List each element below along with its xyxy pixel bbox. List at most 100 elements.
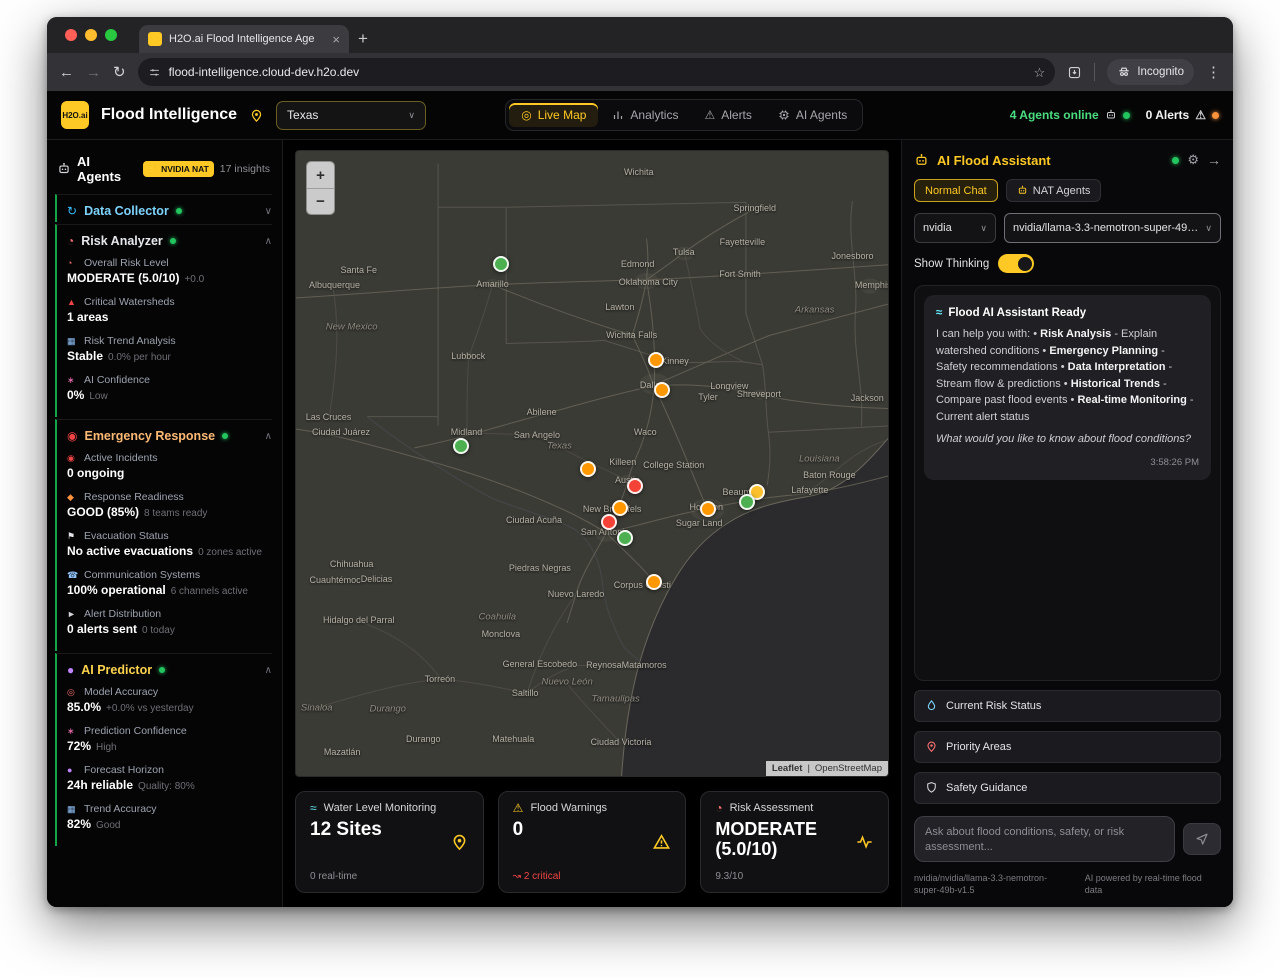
region-select[interactable]: Texas ∨ bbox=[276, 101, 426, 130]
map-column: WichitaSpringfieldTulsaFayettevilleJones… bbox=[283, 140, 901, 907]
water-wave-icon: ≈ bbox=[310, 802, 317, 814]
chevron-up-icon[interactable]: ∧ bbox=[265, 665, 272, 676]
provider-select[interactable]: nvidia ∨ bbox=[914, 213, 996, 243]
main-nav: ◎ Live Map Analytics ⚠ Alerts bbox=[505, 99, 863, 131]
chevron-up-icon[interactable]: ∧ bbox=[265, 431, 272, 442]
incognito-label: Incognito bbox=[1137, 66, 1184, 78]
metric-value: Stable bbox=[67, 349, 103, 363]
message-segment: Historical Trends bbox=[1071, 378, 1160, 390]
map-marker[interactable] bbox=[617, 530, 633, 546]
metric-icon: ◎ bbox=[67, 688, 79, 697]
metric-label: Alert Distribution bbox=[84, 608, 161, 620]
flood-intelligence-app: H2O.ai Flood Intelligence Texas ∨ ◎ Live… bbox=[47, 91, 1233, 907]
map-marker[interactable] bbox=[493, 256, 509, 272]
show-thinking-label: Show Thinking bbox=[914, 258, 989, 270]
save-page-icon[interactable] bbox=[1067, 65, 1082, 80]
leaflet-link[interactable]: Leaflet bbox=[772, 763, 803, 774]
tab-live-map-label: Live Map bbox=[538, 108, 587, 122]
browser-menu-button[interactable]: ⋮ bbox=[1206, 65, 1221, 80]
tab-ai-agents[interactable]: AI Agents bbox=[766, 103, 859, 127]
agent-section-header[interactable]: ◉ Emergency Response ∧ bbox=[67, 429, 272, 443]
location-pin-icon bbox=[249, 108, 264, 123]
close-window-button[interactable] bbox=[65, 29, 77, 41]
chevron-up-icon[interactable]: ∧ bbox=[265, 236, 272, 247]
metric-label: Active Incidents bbox=[84, 452, 158, 464]
tab-ai-agents-label: AI Agents bbox=[796, 108, 847, 122]
url-text[interactable]: flood-intelligence.cloud-dev.h2o.dev bbox=[169, 65, 1026, 79]
forward-button[interactable]: → bbox=[86, 65, 101, 80]
show-thinking-toggle[interactable] bbox=[998, 254, 1034, 273]
assistant-status-dot bbox=[1172, 157, 1179, 164]
map-marker[interactable] bbox=[700, 501, 716, 517]
back-button[interactable]: ← bbox=[59, 65, 74, 80]
footer-model-name: nvidia/nvidia/llama-3.3-nemotron-super-4… bbox=[914, 872, 1071, 897]
bar-chart-icon bbox=[612, 109, 624, 121]
map-marker[interactable] bbox=[646, 574, 662, 590]
metric-row: ∗ AI Confidence 0%Low bbox=[67, 374, 272, 402]
map-marker[interactable] bbox=[654, 382, 670, 398]
metric-icon: ◔ bbox=[67, 259, 79, 268]
tab-analytics[interactable]: Analytics bbox=[600, 103, 690, 127]
chevron-down-icon[interactable]: ∨ bbox=[265, 206, 272, 217]
map-marker[interactable] bbox=[453, 438, 469, 454]
new-tab-button[interactable]: + bbox=[349, 29, 377, 53]
map-markers-layer bbox=[296, 151, 888, 776]
map-marker[interactable] bbox=[612, 500, 628, 516]
tab-nat-agents[interactable]: NAT Agents bbox=[1006, 179, 1102, 202]
safety-guidance-section[interactable]: Safety Guidance bbox=[914, 772, 1221, 804]
metric-row: ▦ Risk Trend Analysis Stable0.0% per hou… bbox=[67, 335, 272, 363]
card-title: Risk Assessment bbox=[730, 802, 814, 814]
live-map-icon: ◎ bbox=[521, 109, 531, 121]
site-settings-icon[interactable] bbox=[148, 66, 161, 79]
maximize-window-button[interactable] bbox=[105, 29, 117, 41]
collapse-panel-icon[interactable]: → bbox=[1207, 152, 1221, 168]
agent-section-header[interactable]: ● AI Predictor ∧ bbox=[67, 663, 272, 677]
critical-count: 2 critical bbox=[524, 871, 561, 882]
reload-button[interactable]: ↻ bbox=[113, 65, 126, 80]
map-marker[interactable] bbox=[648, 352, 664, 368]
metric-sub: Low bbox=[89, 391, 107, 402]
chat-input-row: Ask about flood conditions, safety, or r… bbox=[914, 816, 1221, 862]
chat-input[interactable]: Ask about flood conditions, safety, or r… bbox=[914, 816, 1175, 862]
browser-tab[interactable]: H2O.ai Flood Intelligence Age × bbox=[139, 25, 349, 53]
show-thinking-row: Show Thinking bbox=[914, 254, 1221, 273]
minimize-window-button[interactable] bbox=[85, 29, 97, 41]
assistant-tabs: Normal Chat NAT Agents bbox=[914, 179, 1221, 202]
card-sub: 0 real-time bbox=[310, 871, 469, 882]
priority-areas-section[interactable]: Priority Areas bbox=[914, 731, 1221, 763]
gear-icon[interactable]: ⚙ bbox=[1187, 152, 1199, 168]
message-segment: Real-time Monitoring bbox=[1077, 394, 1186, 406]
metric-sub: High bbox=[96, 742, 117, 753]
address-bar[interactable]: flood-intelligence.cloud-dev.h2o.dev ☆ bbox=[138, 58, 1056, 86]
robot-icon bbox=[57, 162, 71, 176]
app-header: H2O.ai Flood Intelligence Texas ∨ ◎ Live… bbox=[47, 91, 1233, 140]
zoom-out-button[interactable]: − bbox=[307, 188, 334, 214]
bookmark-star-icon[interactable]: ☆ bbox=[1034, 66, 1046, 79]
app-title: Flood Intelligence bbox=[101, 106, 237, 124]
zoom-in-button[interactable]: + bbox=[307, 162, 334, 188]
window-controls bbox=[65, 29, 117, 41]
map-marker[interactable] bbox=[601, 514, 617, 530]
osm-link[interactable]: OpenStreetMap bbox=[815, 763, 882, 774]
model-select[interactable]: nvidia/llama-3.3-nemotron-super-49b-v1. … bbox=[1004, 213, 1221, 243]
agent-section-data-collector: ↻ Data Collector ∨ bbox=[55, 194, 272, 222]
tab-close-icon[interactable]: × bbox=[332, 32, 340, 47]
send-button[interactable] bbox=[1183, 823, 1221, 855]
agent-section-header[interactable]: ◔ Risk Analyzer ∧ bbox=[67, 234, 272, 248]
robot-icon bbox=[1017, 185, 1028, 196]
activity-pulse-icon bbox=[855, 833, 874, 852]
map-marker[interactable] bbox=[627, 478, 643, 494]
tab-alerts[interactable]: ⚠ Alerts bbox=[692, 103, 763, 127]
agent-section-header[interactable]: ↻ Data Collector ∨ bbox=[67, 204, 272, 218]
shield-icon bbox=[925, 781, 938, 794]
card-value: 0 bbox=[513, 819, 672, 840]
map-marker[interactable] bbox=[580, 461, 596, 477]
map-marker[interactable] bbox=[739, 494, 755, 510]
tab-normal-chat[interactable]: Normal Chat bbox=[914, 179, 998, 202]
flood-map[interactable]: WichitaSpringfieldTulsaFayettevilleJones… bbox=[295, 150, 889, 777]
chat-message-area[interactable]: ≈ Flood AI Assistant Ready I can help yo… bbox=[914, 285, 1221, 681]
metric-list: ◉ Active Incidents 0 ongoing ◆ Response … bbox=[67, 452, 272, 636]
tab-live-map[interactable]: ◎ Live Map bbox=[509, 103, 598, 127]
current-risk-status-section[interactable]: Current Risk Status bbox=[914, 690, 1221, 722]
water-wave-icon: ≈ bbox=[936, 305, 942, 322]
